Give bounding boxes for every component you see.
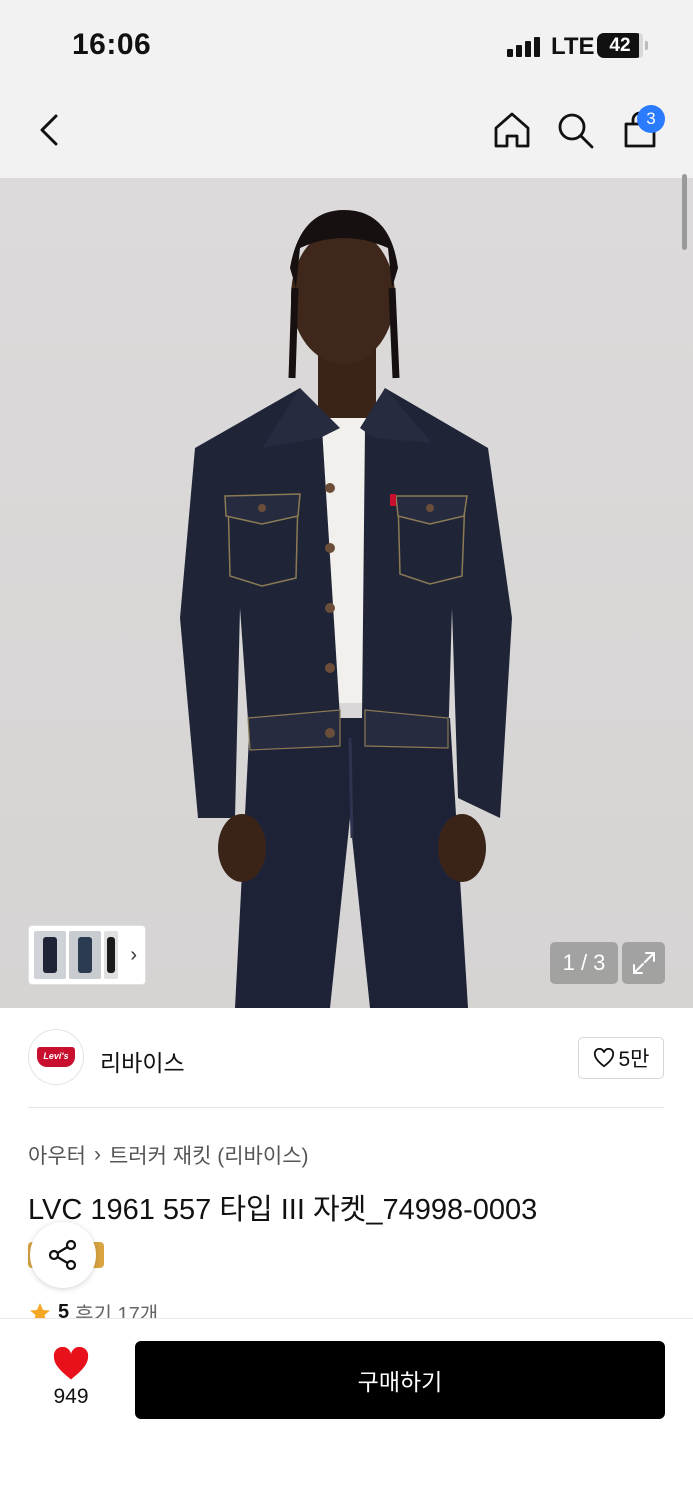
signal-icon	[507, 37, 543, 57]
chevron-right-icon: ›	[93, 1143, 101, 1166]
network-label: LTE	[551, 33, 595, 60]
status-bar: 16:06 LTE 42	[0, 0, 693, 92]
divider	[28, 1107, 664, 1108]
expand-button[interactable]	[622, 942, 665, 984]
breadcrumb: 아우터 › 트러커 재킷 (리바이스)	[28, 1140, 309, 1170]
back-button[interactable]	[26, 106, 74, 154]
brand-like-button[interactable]: 5만	[578, 1037, 664, 1079]
search-icon	[558, 113, 594, 149]
heart-outline-icon	[593, 1048, 614, 1068]
search-button[interactable]	[551, 106, 599, 154]
battery-level: 42	[609, 35, 631, 56]
cart-count-badge: 3	[637, 105, 665, 133]
share-button[interactable]	[30, 1222, 96, 1288]
scroll-indicator	[682, 174, 687, 250]
chevron-right-icon[interactable]: ›	[130, 944, 137, 967]
brand-logo[interactable]: Levi's	[28, 1029, 84, 1085]
chevron-left-icon	[40, 114, 58, 146]
bottom-action-bar: 949 구매하기	[0, 1318, 693, 1500]
thumbnail-strip[interactable]: ›	[28, 925, 146, 985]
like-count: 949	[53, 1385, 89, 1408]
brand-like-count: 5만	[618, 1048, 650, 1071]
breadcrumb-category[interactable]: 아우터	[28, 1140, 86, 1170]
breadcrumb-subcategory[interactable]: 트러커 재킷 (리바이스)	[109, 1140, 309, 1170]
like-button[interactable]: 949	[40, 1347, 102, 1409]
status-time: 16:06	[72, 28, 152, 61]
brand-name[interactable]: 리바이스	[100, 1044, 185, 1078]
thumbnail-3[interactable]	[104, 931, 118, 979]
thumbnail-2[interactable]	[69, 931, 101, 979]
thumbnail-1[interactable]	[34, 931, 66, 979]
home-icon	[494, 112, 530, 148]
product-title: LVC 1961 557 타입 III 자켓_74998-0003	[28, 1194, 538, 1226]
heart-icon	[53, 1347, 89, 1380]
home-button[interactable]	[488, 106, 536, 154]
expand-icon	[632, 952, 655, 974]
nav-bar	[0, 92, 693, 178]
image-counter: 1 / 3	[550, 942, 618, 984]
product-photo	[180, 210, 512, 1008]
levis-logo: Levi's	[37, 1047, 75, 1067]
product-image[interactable]	[0, 178, 693, 1008]
battery-icon: 42	[597, 33, 648, 58]
buy-button[interactable]: 구매하기	[135, 1341, 665, 1419]
share-icon	[48, 1239, 77, 1271]
brand-row[interactable]: Levi's 리바이스 5만	[0, 1008, 693, 1108]
